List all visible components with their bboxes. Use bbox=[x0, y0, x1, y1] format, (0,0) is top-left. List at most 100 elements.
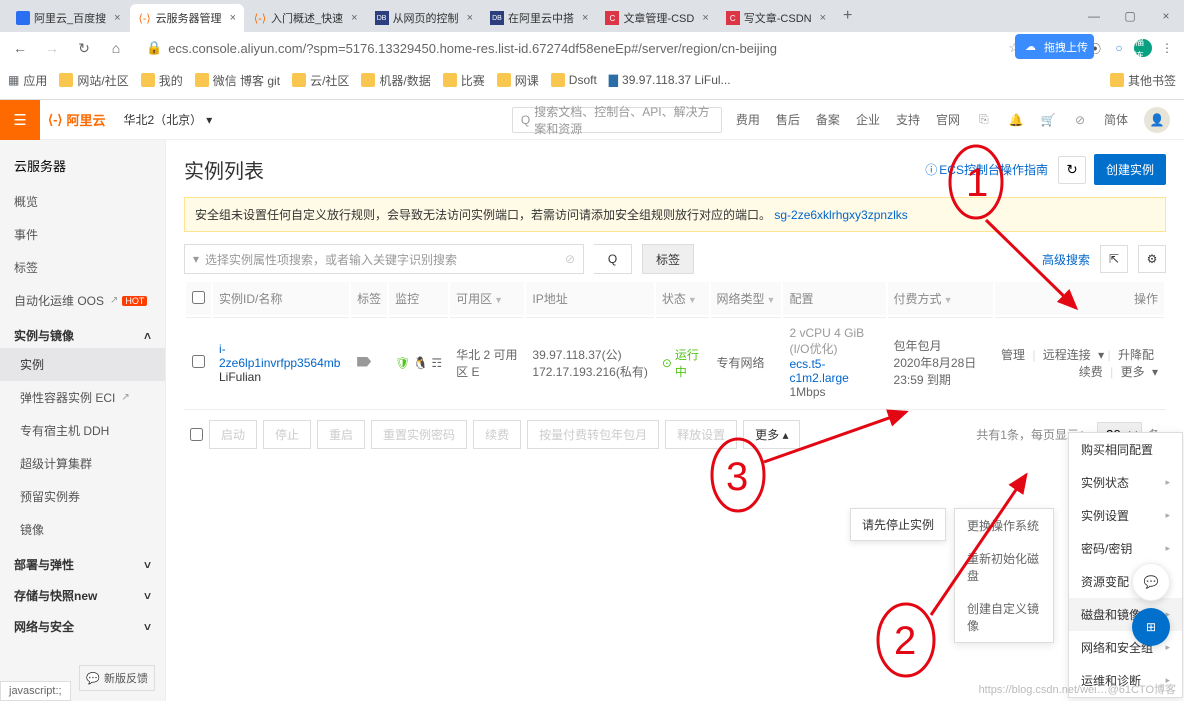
col-net[interactable]: 网络类型▼ bbox=[711, 282, 782, 315]
window-minimize-icon[interactable]: — bbox=[1076, 2, 1112, 30]
tags-button[interactable]: 标签 bbox=[642, 244, 694, 274]
batch-release[interactable]: 释放设置 bbox=[665, 420, 737, 449]
refresh-button[interactable]: ↻ bbox=[1058, 156, 1086, 184]
link-website[interactable]: 官网 bbox=[936, 111, 960, 128]
search-button[interactable]: Q bbox=[594, 244, 632, 274]
browser-tab-active[interactable]: ⟨-⟩ 云服务器管理 × bbox=[130, 4, 244, 32]
dd-buy-same[interactable]: 购买相同配置 bbox=[1069, 433, 1182, 466]
bookmark-item[interactable]: 网站/社区 bbox=[59, 72, 128, 89]
instance-type-link[interactable]: ecs.t5-c1m2.large bbox=[789, 357, 848, 385]
float-apps-button[interactable]: ⊞ bbox=[1132, 608, 1170, 646]
float-chat-button[interactable]: 💬 bbox=[1132, 563, 1170, 601]
bookmark-item[interactable]: 比赛 bbox=[443, 72, 485, 89]
forward-button[interactable]: → bbox=[40, 40, 64, 56]
bookmarks-apps[interactable]: ▦应用 bbox=[8, 72, 47, 89]
cell-monitor[interactable]: 🛡🐧☶ bbox=[389, 317, 448, 407]
bookmark-item[interactable]: 网课 bbox=[497, 72, 539, 89]
nav-images[interactable]: 镜像 bbox=[0, 513, 165, 546]
dd-change-os[interactable]: 更换操作系统 bbox=[955, 509, 1053, 542]
batch-convert[interactable]: 按量付费转包年包月 bbox=[527, 420, 659, 449]
refresh-button[interactable]: ↻ bbox=[72, 40, 96, 57]
ext-icon[interactable]: ○ bbox=[1110, 39, 1128, 57]
nav-eci[interactable]: 弹性容器实例 ECI↗ bbox=[0, 381, 165, 414]
close-icon[interactable]: × bbox=[114, 12, 120, 24]
nav-tags[interactable]: 标签 bbox=[0, 251, 165, 284]
batch-reset-pwd[interactable]: 重置实例密码 bbox=[371, 420, 467, 449]
bookmark-item[interactable]: ▇39.97.118.37 LiFul... bbox=[609, 73, 731, 87]
action-manage[interactable]: 管理 bbox=[1001, 346, 1025, 363]
action-renew[interactable]: 续费 bbox=[1079, 363, 1103, 380]
url-input[interactable]: 🔒 ecs.console.aliyun.com/?spm=5176.13329… bbox=[136, 36, 1030, 60]
user-avatar[interactable]: 👤 bbox=[1144, 107, 1170, 133]
cart-icon[interactable]: 🛒 bbox=[1040, 112, 1056, 128]
nav-ddh[interactable]: 专有宿主机 DDH bbox=[0, 414, 165, 447]
export-button[interactable]: ⇱ bbox=[1100, 245, 1128, 273]
back-button[interactable]: ← bbox=[8, 40, 32, 56]
browser-tab[interactable]: DB 在阿里云中搭 × bbox=[482, 4, 596, 32]
dd-create-image[interactable]: 创建自定义镜像 bbox=[955, 592, 1053, 642]
batch-stop[interactable]: 停止 bbox=[263, 420, 311, 449]
action-remote-connect[interactable]: 远程连接 bbox=[1043, 346, 1091, 363]
home-button[interactable]: ⌂ bbox=[104, 40, 128, 56]
window-maximize-icon[interactable]: ▢ bbox=[1112, 2, 1148, 30]
new-tab-button[interactable]: + bbox=[835, 7, 860, 25]
nav-oos[interactable]: 自动化运维 OOS↗HOT bbox=[0, 284, 165, 317]
settings-button[interactable]: ⚙ bbox=[1138, 245, 1166, 273]
dd-pwd-key[interactable]: 密码/密钥▸ bbox=[1069, 532, 1182, 565]
nav-section-network[interactable]: 网络与安全˅ bbox=[0, 608, 165, 639]
batch-restart[interactable]: 重启 bbox=[317, 420, 365, 449]
dd-inst-status[interactable]: 实例状态▸ bbox=[1069, 466, 1182, 499]
help-icon[interactable]: ⊘ bbox=[1072, 112, 1088, 128]
checkbox-col[interactable] bbox=[186, 282, 211, 315]
language-selector[interactable]: 简体 bbox=[1104, 111, 1128, 128]
bookmark-item[interactable]: Dsoft bbox=[551, 73, 597, 87]
aliyun-logo[interactable]: ⟨-⟩阿里云 bbox=[40, 110, 114, 129]
close-icon[interactable]: × bbox=[582, 12, 588, 24]
search-input[interactable]: ▾选择实例属性项搜索，或者输入关键字识别搜索⊘ bbox=[184, 244, 584, 274]
action-more[interactable]: 更多 bbox=[1121, 363, 1145, 380]
nav-reserved[interactable]: 预留实例券 bbox=[0, 480, 165, 513]
col-status[interactable]: 状态▼ bbox=[656, 282, 709, 315]
browser-tab[interactable]: 阿里云_百度搜 × bbox=[8, 4, 129, 32]
nav-events[interactable]: 事件 bbox=[0, 218, 165, 251]
main-menu-button[interactable]: ☰ bbox=[0, 100, 40, 140]
batch-start[interactable]: 启动 bbox=[209, 420, 257, 449]
monitor-icon[interactable]: ☶ bbox=[431, 356, 442, 370]
action-resize[interactable]: 升降配 bbox=[1118, 346, 1154, 363]
cell-tags[interactable] bbox=[351, 317, 387, 407]
browser-tab[interactable]: ⟨-⟩ 入门概述_快速 × bbox=[245, 4, 366, 32]
instance-id-link[interactable]: i-2ze6lp1invrfpp3564mb bbox=[219, 342, 343, 370]
batch-renew[interactable]: 续费 bbox=[473, 420, 521, 449]
user-avatar[interactable]: 福连 bbox=[1134, 39, 1152, 57]
menu-icon[interactable]: ⋮ bbox=[1158, 39, 1176, 57]
bookmark-item[interactable]: 机器/数据 bbox=[361, 72, 430, 89]
batch-select-checkbox[interactable] bbox=[190, 428, 203, 441]
nav-section-storage[interactable]: 存储与快照new˅ bbox=[0, 577, 165, 608]
batch-more[interactable]: 更多 ▴ bbox=[743, 420, 800, 449]
close-icon[interactable]: × bbox=[702, 12, 708, 24]
browser-tab[interactable]: C 文章管理-CSD × bbox=[597, 4, 716, 32]
link-icp[interactable]: 备案 bbox=[816, 111, 840, 128]
operation-guide-link[interactable]: ⓘECS控制台操作指南 bbox=[925, 161, 1048, 178]
link-support[interactable]: 售后 bbox=[776, 111, 800, 128]
bookmark-other[interactable]: 其他书签 bbox=[1110, 72, 1176, 89]
notification-icon[interactable]: 🔔 bbox=[1008, 112, 1024, 128]
nav-instances[interactable]: 实例 bbox=[0, 348, 165, 381]
advanced-search-link[interactable]: 高级搜索 bbox=[1042, 251, 1090, 268]
help-circle-icon[interactable]: ⊘ bbox=[565, 252, 575, 266]
window-close-icon[interactable]: × bbox=[1148, 2, 1184, 30]
nav-section-deploy[interactable]: 部署与弹性˅ bbox=[0, 546, 165, 577]
link-help[interactable]: 支持 bbox=[896, 111, 920, 128]
browser-tab[interactable]: C 写文章-CSDN × bbox=[718, 4, 834, 32]
header-search-input[interactable]: Q 搜索文档、控制台、API、解决方案和资源 bbox=[512, 107, 722, 133]
feedback-button[interactable]: 💬新版反馈 bbox=[79, 665, 155, 691]
row-checkbox-cell[interactable] bbox=[186, 317, 211, 407]
dd-inst-settings[interactable]: 实例设置▸ bbox=[1069, 499, 1182, 532]
link-enterprise[interactable]: 企业 bbox=[856, 111, 880, 128]
bookmark-item[interactable]: 云/社区 bbox=[292, 72, 349, 89]
nav-overview[interactable]: 概览 bbox=[0, 185, 165, 218]
security-group-link[interactable]: sg-2ze6xklrhgxy3zpnzlks bbox=[774, 208, 907, 222]
region-selector[interactable]: 华北2（北京）▾ bbox=[114, 111, 223, 128]
close-icon[interactable]: × bbox=[820, 12, 826, 24]
nav-scc[interactable]: 超级计算集群 bbox=[0, 447, 165, 480]
